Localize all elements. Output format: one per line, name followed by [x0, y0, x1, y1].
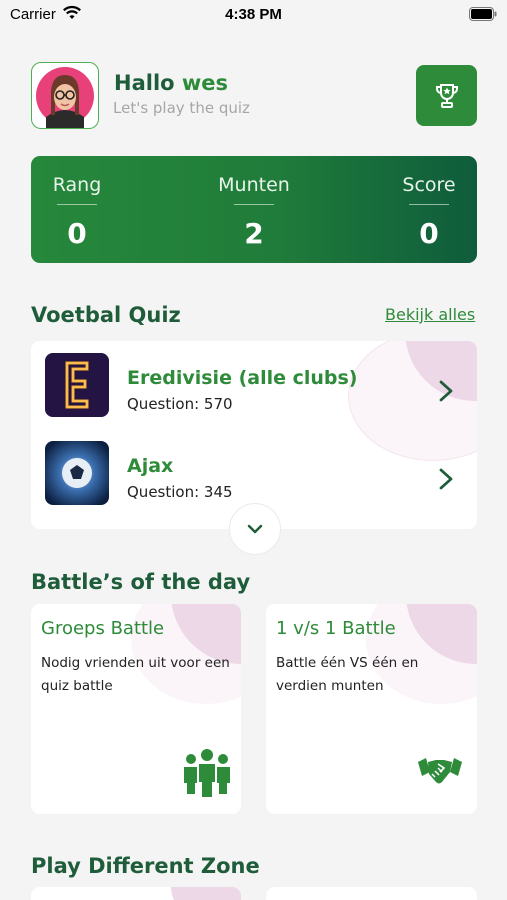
score-value: 0 — [419, 217, 439, 250]
quiz-question-count: Question: 345 — [127, 483, 233, 501]
zone-card[interactable] — [31, 887, 241, 900]
battle-title: 1 v/s 1 Battle — [276, 618, 396, 639]
stat-rang: Rang 0 — [46, 174, 108, 250]
status-bar: Carrier 4:38 PM — [0, 0, 507, 30]
eredivisie-thumbnail — [45, 353, 109, 417]
rang-label: Rang — [52, 174, 102, 196]
greeting-text: Hallo — [114, 71, 175, 95]
divider — [409, 204, 449, 205]
decorative-shape — [171, 887, 241, 900]
zone-card[interactable] — [266, 887, 477, 900]
quiz-title: Eredivisie (alle clubs) — [127, 367, 358, 389]
expand-list-button[interactable] — [229, 503, 281, 555]
quiz-list-card: Eredivisie (alle clubs) Question: 570 Aj… — [31, 341, 477, 529]
rang-value: 0 — [67, 217, 87, 250]
battle-description: Battle één VS één en verdien munten — [276, 655, 419, 694]
trophy-icon — [435, 83, 458, 108]
stat-score: Score 0 — [396, 174, 462, 250]
divider — [234, 204, 274, 205]
status-time: 4:38 PM — [225, 6, 282, 23]
username: wes — [181, 71, 229, 95]
quiz-item-eredivisie[interactable]: Eredivisie (alle clubs) Question: 570 — [31, 347, 477, 427]
group-icon — [184, 749, 230, 797]
quiz-question-count: Question: 570 — [127, 395, 233, 413]
munten-label: Munten — [218, 174, 290, 196]
quiz-section-title: Voetbal Quiz — [31, 303, 181, 327]
stat-munten: Munten 2 — [209, 174, 299, 250]
chevron-down-icon — [247, 524, 263, 534]
divider — [57, 204, 97, 205]
avatar-image — [36, 67, 94, 128]
leaderboard-button[interactable] — [416, 65, 477, 126]
greeting-title: Hallo wes — [114, 71, 228, 95]
chevron-right-icon — [439, 380, 453, 402]
chevron-right-icon — [439, 468, 453, 490]
quiz-title: Ajax — [127, 455, 174, 477]
battle-description: Nodig vrienden uit voor een quiz battle — [41, 655, 230, 694]
handshake-icon — [418, 758, 462, 784]
see-all-link[interactable]: Bekijk alles — [385, 305, 475, 324]
zones-section-title: Play Different Zone — [31, 854, 260, 878]
battles-section-title: Battle’s of the day — [31, 570, 251, 594]
one-vs-one-battle-card[interactable]: 1 v/s 1 Battle Battle één VS één en verd… — [266, 604, 477, 814]
score-label: Score — [402, 174, 456, 196]
battery-icon — [469, 7, 497, 21]
greeting-subtitle: Let's play the quiz — [113, 99, 250, 117]
group-battle-card[interactable]: Groeps Battle Nodig vrienden uit voor ee… — [31, 604, 241, 814]
munten-value: 2 — [244, 217, 264, 250]
ajax-thumbnail — [45, 441, 109, 505]
avatar[interactable] — [31, 62, 99, 129]
battle-title: Groeps Battle — [41, 618, 165, 639]
stats-card: Rang 0 Munten 2 Score 0 — [31, 156, 477, 263]
